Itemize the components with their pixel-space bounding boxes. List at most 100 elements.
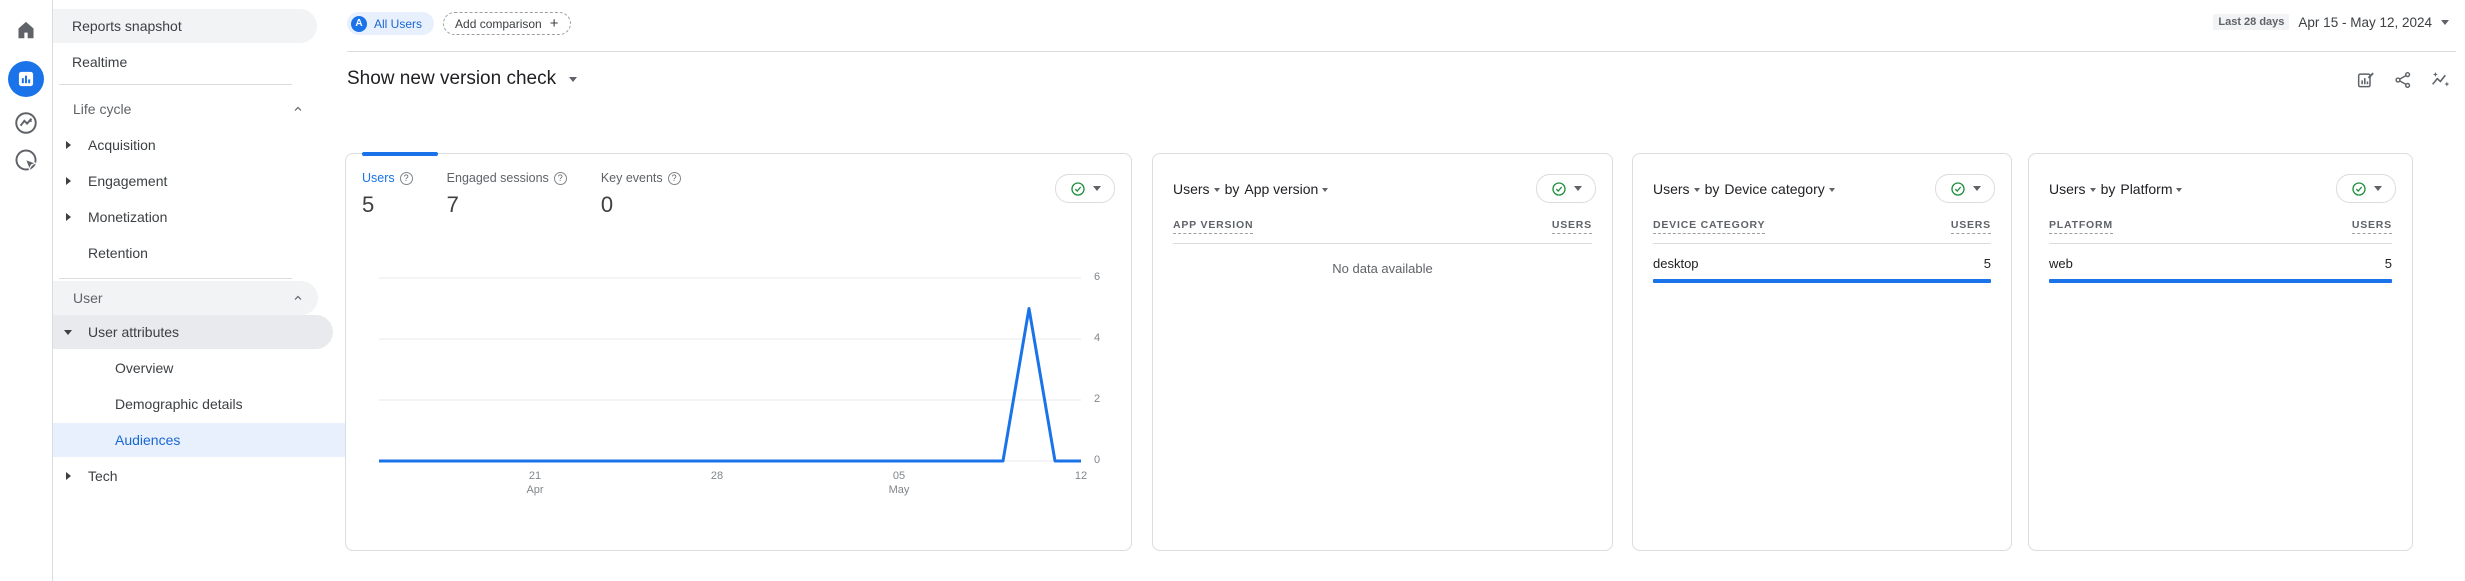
sidebar-item-reports-snapshot[interactable]: Reports snapshot <box>53 9 317 43</box>
chevron-down-icon <box>1573 186 1582 191</box>
share-icon[interactable] <box>2393 70 2413 90</box>
by-label: by <box>1224 181 1240 197</box>
metric-value: 7 <box>446 192 459 217</box>
sidebar-item-tech[interactable]: Tech <box>53 459 333 493</box>
tab-users[interactable]: Users? 5 <box>362 171 413 218</box>
chevron-down-icon <box>2089 188 2096 192</box>
reports-icon-active[interactable] <box>8 61 44 97</box>
home-icon[interactable] <box>14 18 38 42</box>
active-tab-indicator <box>362 152 438 156</box>
users-line-chart-area: 0246 21 Apr 28 05 May 12 <box>379 266 1129 506</box>
tab-label: Engaged sessions <box>446 171 549 185</box>
tab-engaged-sessions[interactable]: Engaged sessions? 7 <box>447 171 567 218</box>
help-icon[interactable]: ? <box>399 171 413 185</box>
plus-icon: + <box>549 15 559 32</box>
expand-arrow-icon[interactable] <box>66 141 71 149</box>
add-comparison-label: Add comparison <box>455 16 542 31</box>
by-label: by <box>2100 181 2116 197</box>
metric-dropdown[interactable]: Users <box>1173 181 1220 197</box>
metric-column-header: USERS <box>2351 219 2392 234</box>
sidebar-item-label: Tech <box>88 468 118 484</box>
segment-chips-row: A All Users Add comparison + <box>347 12 571 35</box>
sidebar-item-monetization[interactable]: Monetization <box>53 200 333 234</box>
segment-avatar: A <box>351 15 367 32</box>
chevron-up-icon[interactable] <box>292 103 304 115</box>
sidebar-item-label: User attributes <box>88 324 180 340</box>
sidebar-item-realtime[interactable]: Realtime <box>53 45 317 79</box>
ga4-audiences-report: Reports snapshot Realtime Life cycle Acq… <box>0 0 2465 581</box>
users-by-platform-card: Users by Platform PLATFORM USERS web 5 <box>2028 153 2413 551</box>
dimension-dropdown[interactable]: App version <box>1244 181 1329 197</box>
dimension-value: web <box>2049 256 2073 271</box>
data-quality-badge[interactable] <box>1055 174 1115 203</box>
help-icon[interactable]: ? <box>667 171 681 185</box>
report-title-dropdown[interactable]: Show new version check <box>347 68 578 90</box>
expand-arrow-icon[interactable] <box>66 177 71 185</box>
no-data-message: No data available <box>1332 261 1433 276</box>
section-title: User <box>73 290 103 306</box>
dimension-dropdown[interactable]: Platform <box>2120 181 2183 197</box>
add-comparison-button[interactable]: Add comparison + <box>443 12 571 35</box>
table-header: PLATFORM USERS <box>2049 219 2392 244</box>
app-icon-rail <box>0 0 53 581</box>
sidebar-section-life-cycle[interactable]: Life cycle <box>53 92 318 126</box>
data-quality-badge[interactable] <box>2336 174 2396 203</box>
date-preset-badge: Last 28 days <box>2213 14 2290 30</box>
sidebar-item-label: Acquisition <box>88 137 156 153</box>
expand-arrow-icon[interactable] <box>66 213 71 221</box>
dimension-column-header: DEVICE CATEGORY <box>1653 219 1766 234</box>
metric-value: 5 <box>1983 256 1991 271</box>
data-quality-badge[interactable] <box>1536 174 1596 203</box>
date-range-selector[interactable]: Last 28 days Apr 15 - May 12, 2024 <box>2213 14 2449 30</box>
data-quality-badge[interactable] <box>1935 174 1995 203</box>
sidebar-item-label: Audiences <box>115 432 181 448</box>
expand-arrow-icon[interactable] <box>66 472 71 480</box>
table-row: web 5 <box>2049 244 2392 271</box>
sidebar-section-user[interactable]: User <box>53 281 318 315</box>
metric-value: 5 <box>2384 256 2392 271</box>
metric-column-header: USERS <box>1551 219 1592 234</box>
by-label: by <box>1704 181 1720 197</box>
dimension-dropdown[interactable]: Device category <box>1724 181 1835 197</box>
row-bar-track <box>2049 279 2392 283</box>
customize-report-icon[interactable] <box>2356 70 2376 90</box>
table-header: DEVICE CATEGORY USERS <box>1653 219 1991 244</box>
sidebar-item-demographic-details[interactable]: Demographic details <box>53 387 360 421</box>
users-by-app-version-card: Users by App version APP VERSION USERS N… <box>1152 153 1613 551</box>
check-circle-icon <box>1950 181 1965 196</box>
metric-dropdown[interactable]: Users <box>2049 181 2096 197</box>
chevron-down-icon <box>1828 188 1835 192</box>
chevron-down-icon <box>1092 186 1101 191</box>
tab-label: Key events <box>600 171 663 185</box>
sidebar-item-retention[interactable]: Retention <box>53 236 333 270</box>
check-circle-icon <box>1551 181 1566 196</box>
dimension-column-header: PLATFORM <box>2049 219 2113 234</box>
metric-column-header: USERS <box>1950 219 1991 234</box>
nav-divider <box>59 84 292 85</box>
header-divider <box>347 51 2456 52</box>
report-nav: Reports snapshot Realtime Life cycle Acq… <box>53 0 360 581</box>
advertising-icon[interactable] <box>13 147 39 173</box>
sidebar-item-engagement[interactable]: Engagement <box>53 164 333 198</box>
sidebar-item-label: Engagement <box>88 173 168 189</box>
sidebar-item-user-attributes[interactable]: User attributes <box>53 315 333 349</box>
metric-dropdown[interactable]: Users <box>1653 181 1700 197</box>
sidebar-item-label: Retention <box>88 245 148 261</box>
sidebar-item-label: Realtime <box>72 54 128 70</box>
table-row: desktop 5 <box>1653 244 1991 271</box>
sidebar-item-acquisition[interactable]: Acquisition <box>53 128 333 162</box>
chevron-up-icon[interactable] <box>292 292 304 304</box>
metric-value: 5 <box>362 192 375 217</box>
help-icon[interactable]: ? <box>553 171 567 185</box>
report-actions <box>2356 69 2451 90</box>
all-users-segment-chip[interactable]: A All Users <box>347 12 435 35</box>
tab-key-events[interactable]: Key events? 0 <box>601 171 681 218</box>
sidebar-item-audiences-selected[interactable]: Audiences <box>53 423 360 457</box>
sidebar-item-overview[interactable]: Overview <box>53 351 360 385</box>
check-circle-icon <box>1070 181 1085 196</box>
date-range-text: Apr 15 - May 12, 2024 <box>2298 14 2432 30</box>
insights-icon[interactable] <box>2430 69 2451 90</box>
explore-icon[interactable] <box>13 110 39 136</box>
collapse-arrow-icon[interactable] <box>64 329 72 335</box>
metric-tabs: Users? 5 Engaged sessions? 7 Key events?… <box>346 154 1131 218</box>
